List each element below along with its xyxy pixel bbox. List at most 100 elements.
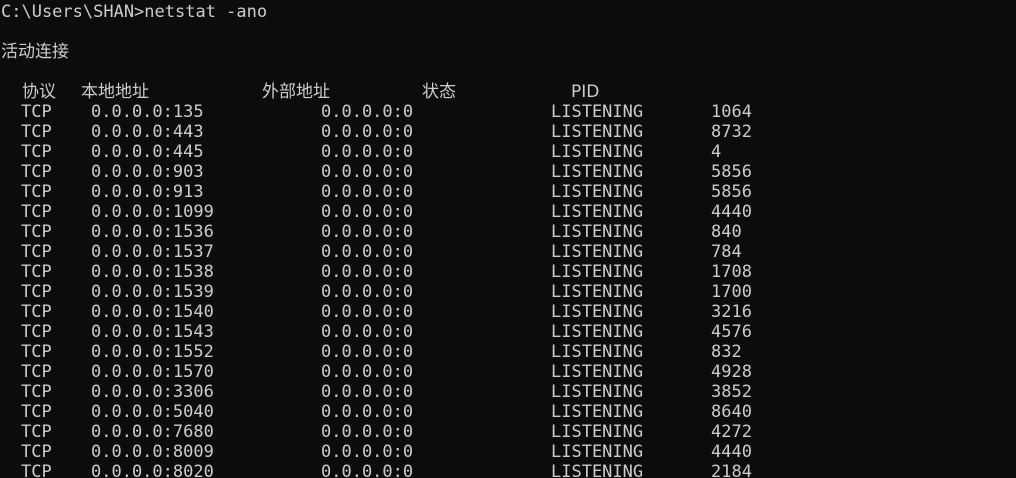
table-row: TCP 0.0.0.0:1543 0.0.0.0:0 LISTENING 457…	[0, 322, 1016, 342]
cell-proto: TCP	[21, 422, 52, 442]
cell-proto: TCP	[21, 402, 52, 422]
cell-foreign-address: 0.0.0.0:0	[321, 282, 414, 302]
cell-foreign-address: 0.0.0.0:0	[321, 462, 414, 478]
cell-pid: 4928	[711, 362, 752, 382]
cell-proto: TCP	[21, 122, 52, 142]
header-state: 状态	[422, 82, 456, 102]
table-row: TCP 0.0.0.0:1540 0.0.0.0:0 LISTENING 321…	[0, 302, 1016, 322]
cell-pid: 5856	[711, 162, 752, 182]
cell-local-address: 0.0.0.0:1539	[91, 282, 214, 302]
cell-pid: 840	[711, 222, 742, 242]
table-row: TCP 0.0.0.0:1570 0.0.0.0:0 LISTENING 492…	[0, 362, 1016, 382]
cell-local-address: 0.0.0.0:1099	[91, 202, 214, 222]
connections-table: TCP 0.0.0.0:135 0.0.0.0:0 LISTENING 1064…	[0, 102, 1016, 478]
cell-foreign-address: 0.0.0.0:0	[321, 162, 414, 182]
cell-pid: 3216	[711, 302, 752, 322]
cell-pid: 832	[711, 342, 742, 362]
cell-pid: 3852	[711, 382, 752, 402]
cell-pid: 8640	[711, 402, 752, 422]
cell-foreign-address: 0.0.0.0:0	[321, 442, 414, 462]
cell-local-address: 0.0.0.0:135	[91, 102, 204, 122]
command-line: C:\Users\SHAN>netstat -ano	[1, 2, 268, 22]
table-row: TCP 0.0.0.0:1552 0.0.0.0:0 LISTENING 832	[0, 342, 1016, 362]
cell-local-address: 0.0.0.0:445	[91, 142, 204, 162]
cell-pid: 4272	[711, 422, 752, 442]
cell-foreign-address: 0.0.0.0:0	[321, 102, 414, 122]
cell-state: LISTENING	[551, 382, 644, 402]
cell-local-address: 0.0.0.0:1552	[91, 342, 214, 362]
cell-state: LISTENING	[551, 242, 644, 262]
cell-local-address: 0.0.0.0:3306	[91, 382, 214, 402]
cell-state: LISTENING	[551, 182, 644, 202]
table-row: TCP 0.0.0.0:1537 0.0.0.0:0 LISTENING 784	[0, 242, 1016, 262]
cell-state: LISTENING	[551, 282, 644, 302]
table-row: TCP 0.0.0.0:135 0.0.0.0:0 LISTENING 1064	[0, 102, 1016, 122]
cell-foreign-address: 0.0.0.0:0	[321, 222, 414, 242]
cell-foreign-address: 0.0.0.0:0	[321, 402, 414, 422]
cell-proto: TCP	[21, 302, 52, 322]
table-row: TCP 0.0.0.0:5040 0.0.0.0:0 LISTENING 864…	[0, 402, 1016, 422]
table-row: TCP 0.0.0.0:3306 0.0.0.0:0 LISTENING 385…	[0, 382, 1016, 402]
cell-state: LISTENING	[551, 362, 644, 382]
cell-state: LISTENING	[551, 122, 644, 142]
cell-local-address: 0.0.0.0:8020	[91, 462, 214, 478]
cell-proto: TCP	[21, 242, 52, 262]
cell-proto: TCP	[21, 182, 52, 202]
cell-state: LISTENING	[551, 142, 644, 162]
cell-proto: TCP	[21, 222, 52, 242]
table-row: TCP 0.0.0.0:8020 0.0.0.0:0 LISTENING 218…	[0, 462, 1016, 478]
cell-pid: 4440	[711, 442, 752, 462]
cell-local-address: 0.0.0.0:5040	[91, 402, 214, 422]
cell-local-address: 0.0.0.0:8009	[91, 442, 214, 462]
table-row: TCP 0.0.0.0:913 0.0.0.0:0 LISTENING 5856	[0, 182, 1016, 202]
cell-local-address: 0.0.0.0:443	[91, 122, 204, 142]
cell-pid: 1064	[711, 102, 752, 122]
cell-proto: TCP	[21, 362, 52, 382]
cell-state: LISTENING	[551, 442, 644, 462]
cell-state: LISTENING	[551, 202, 644, 222]
cell-pid: 4	[711, 142, 722, 162]
cell-foreign-address: 0.0.0.0:0	[321, 142, 414, 162]
cell-proto: TCP	[21, 382, 52, 402]
table-row: TCP 0.0.0.0:8009 0.0.0.0:0 LISTENING 444…	[0, 442, 1016, 462]
cell-state: LISTENING	[551, 262, 644, 282]
header-proto: 协议	[22, 82, 56, 102]
cell-local-address: 0.0.0.0:1570	[91, 362, 214, 382]
table-row: TCP 0.0.0.0:7680 0.0.0.0:0 LISTENING 427…	[0, 422, 1016, 442]
cell-local-address: 0.0.0.0:913	[91, 182, 204, 202]
cell-state: LISTENING	[551, 102, 644, 122]
table-row: TCP 0.0.0.0:1538 0.0.0.0:0 LISTENING 170…	[0, 262, 1016, 282]
section-title: 活动连接	[1, 42, 69, 62]
cell-foreign-address: 0.0.0.0:0	[321, 342, 414, 362]
cell-proto: TCP	[21, 442, 52, 462]
table-row: TCP 0.0.0.0:903 0.0.0.0:0 LISTENING 5856	[0, 162, 1016, 182]
cell-foreign-address: 0.0.0.0:0	[321, 302, 414, 322]
cell-state: LISTENING	[551, 222, 644, 242]
cell-local-address: 0.0.0.0:1537	[91, 242, 214, 262]
console-window[interactable]: C:\Users\SHAN>netstat -ano 活动连接 协议 本地地址 …	[0, 0, 1016, 478]
cell-local-address: 0.0.0.0:1536	[91, 222, 214, 242]
header-local-address: 本地地址	[81, 82, 149, 102]
cell-state: LISTENING	[551, 422, 644, 442]
cell-proto: TCP	[21, 462, 52, 478]
cell-proto: TCP	[21, 162, 52, 182]
cell-foreign-address: 0.0.0.0:0	[321, 322, 414, 342]
cell-state: LISTENING	[551, 162, 644, 182]
table-row: TCP 0.0.0.0:1536 0.0.0.0:0 LISTENING 840	[0, 222, 1016, 242]
cell-proto: TCP	[21, 262, 52, 282]
cell-local-address: 0.0.0.0:903	[91, 162, 204, 182]
cell-state: LISTENING	[551, 462, 644, 478]
cell-state: LISTENING	[551, 402, 644, 422]
table-row: TCP 0.0.0.0:443 0.0.0.0:0 LISTENING 8732	[0, 122, 1016, 142]
cell-pid: 784	[711, 242, 742, 262]
cell-foreign-address: 0.0.0.0:0	[321, 422, 414, 442]
cell-foreign-address: 0.0.0.0:0	[321, 262, 414, 282]
cell-local-address: 0.0.0.0:1543	[91, 322, 214, 342]
cell-foreign-address: 0.0.0.0:0	[321, 382, 414, 402]
cell-local-address: 0.0.0.0:1540	[91, 302, 214, 322]
cell-pid: 4576	[711, 322, 752, 342]
table-row: TCP 0.0.0.0:1539 0.0.0.0:0 LISTENING 170…	[0, 282, 1016, 302]
cell-proto: TCP	[21, 342, 52, 362]
cell-local-address: 0.0.0.0:1538	[91, 262, 214, 282]
header-pid: PID	[571, 82, 600, 102]
